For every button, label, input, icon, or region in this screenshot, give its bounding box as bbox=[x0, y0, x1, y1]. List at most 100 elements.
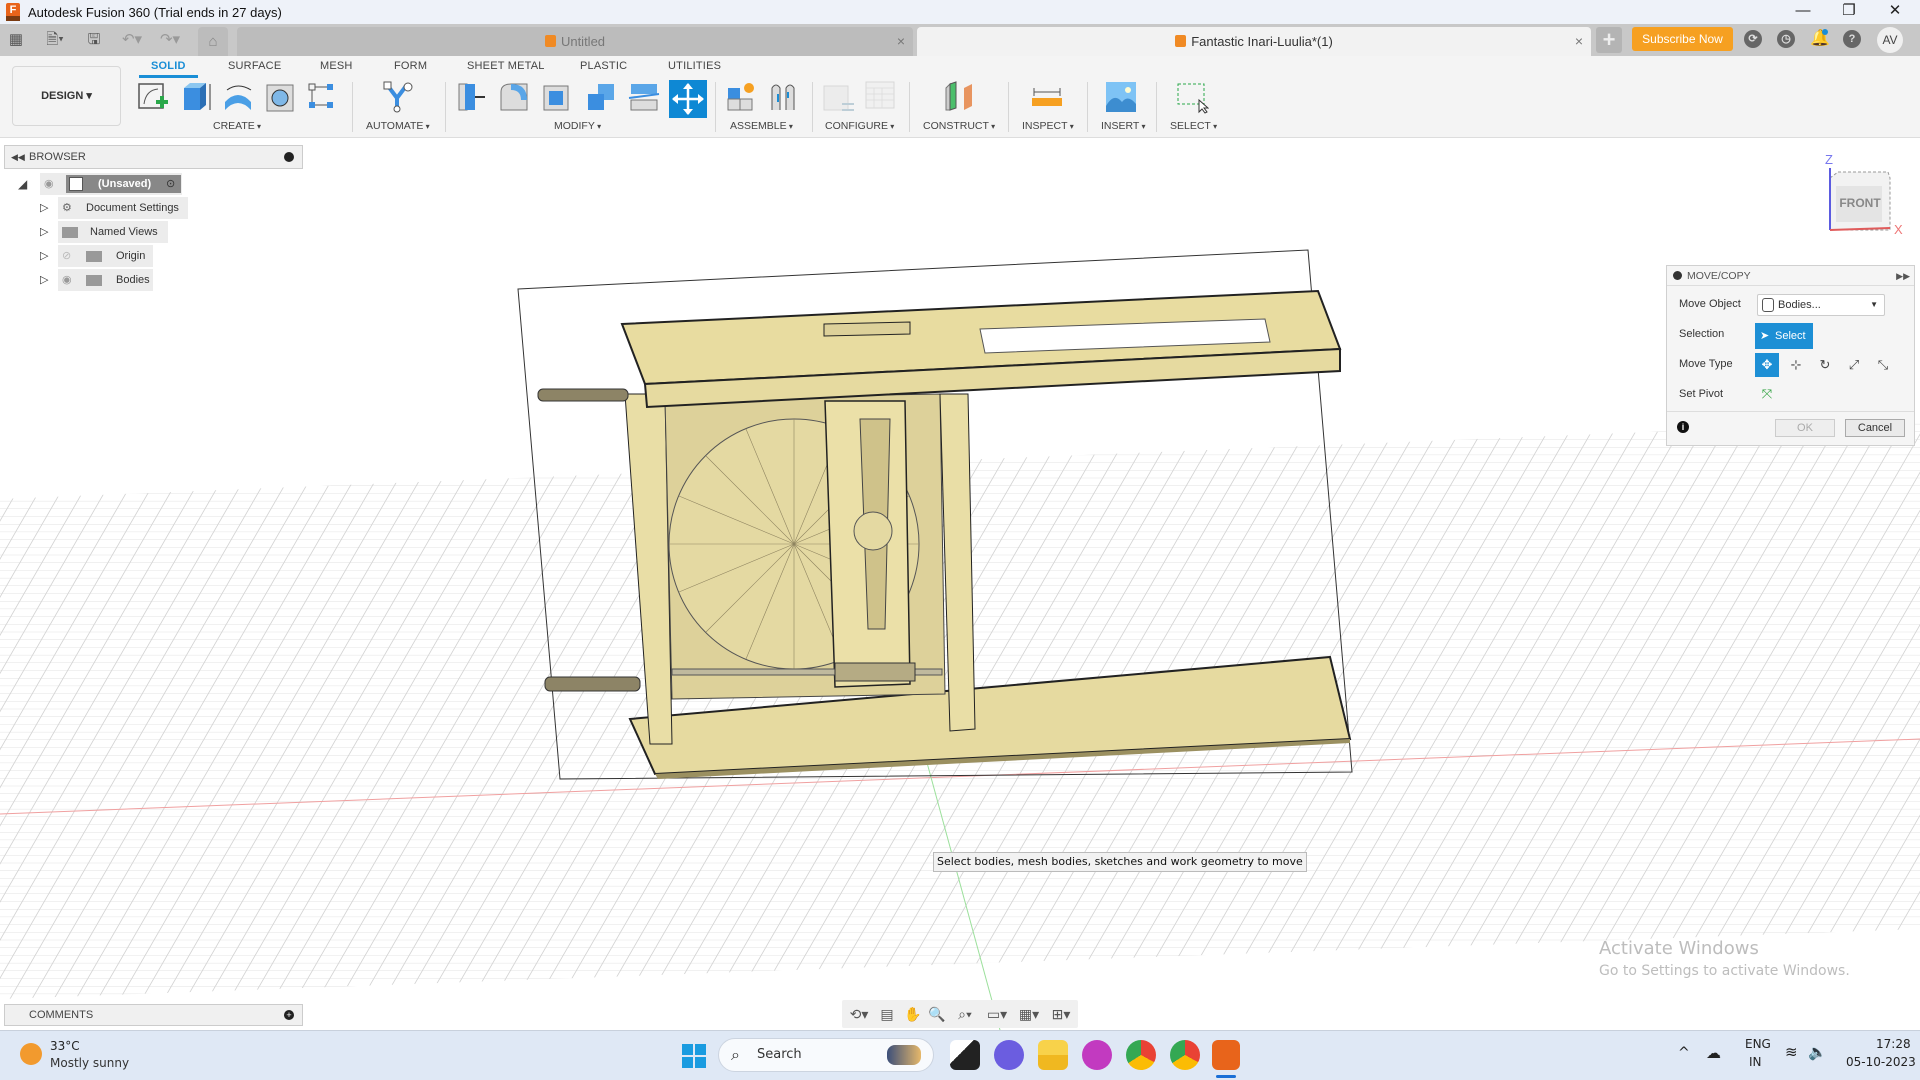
set-pivot-icon[interactable]: ⤧ bbox=[1755, 382, 1779, 406]
weather-sun-icon[interactable] bbox=[20, 1043, 42, 1065]
user-avatar[interactable]: AV bbox=[1877, 27, 1903, 53]
joint-icon[interactable] bbox=[766, 80, 800, 114]
create-group-label[interactable]: CREATE bbox=[213, 120, 261, 132]
expand-triangle-icon[interactable]: ▷ bbox=[40, 221, 48, 243]
extrude-icon[interactable] bbox=[180, 80, 214, 114]
tab-surface[interactable]: SURFACE bbox=[228, 60, 281, 72]
collapse-triangle-icon[interactable]: ◢ bbox=[18, 173, 27, 195]
configure-icon[interactable] bbox=[822, 80, 856, 114]
language-eng[interactable]: ENG bbox=[1745, 1037, 1771, 1051]
new-component-icon[interactable] bbox=[724, 80, 758, 114]
zoom-icon[interactable]: 🔍 bbox=[926, 1004, 948, 1024]
ok-button[interactable]: OK bbox=[1775, 419, 1835, 437]
browser-options-icon[interactable] bbox=[284, 152, 294, 162]
display-settings-icon[interactable]: ▭▾ bbox=[982, 1004, 1012, 1024]
tab-fantastic-inari[interactable]: Fantastic Inari-Luulia*(1) × bbox=[917, 27, 1591, 56]
browser-item-named-views[interactable]: ▷ Named Views bbox=[40, 221, 170, 243]
measure-icon[interactable] bbox=[1030, 80, 1064, 114]
3d-scene[interactable] bbox=[0, 139, 1920, 1030]
info-icon[interactable]: i bbox=[1677, 421, 1689, 433]
expand-triangle-icon[interactable]: ▷ bbox=[40, 245, 48, 267]
fillet-icon[interactable] bbox=[497, 80, 531, 114]
visibility-eye-icon[interactable]: ◉ bbox=[62, 269, 72, 291]
automate-icon[interactable] bbox=[380, 80, 414, 114]
dialog-collapse-icon[interactable] bbox=[1673, 271, 1682, 280]
clock-time[interactable]: 17:28 bbox=[1876, 1037, 1911, 1051]
browser-item-document-settings[interactable]: ▷ ⚙ Document Settings bbox=[40, 197, 190, 219]
volume-icon[interactable]: 🔈 bbox=[1808, 1043, 1827, 1061]
press-pull-icon[interactable] bbox=[455, 80, 489, 114]
onedrive-offline-icon[interactable]: ☁ bbox=[1706, 1044, 1721, 1062]
comments-panel[interactable]: COMMENTS + bbox=[4, 1004, 303, 1026]
language-region[interactable]: IN bbox=[1749, 1055, 1762, 1069]
home-tab[interactable]: ⌂ bbox=[198, 27, 228, 56]
grid-settings-icon[interactable]: ▦▾ bbox=[1014, 1004, 1044, 1024]
task-view-icon[interactable] bbox=[950, 1040, 980, 1070]
pattern-icon[interactable] bbox=[305, 80, 339, 114]
add-comment-icon[interactable]: + bbox=[284, 1010, 294, 1020]
assemble-group-label[interactable]: ASSEMBLE bbox=[730, 120, 793, 132]
insert-image-icon[interactable] bbox=[1104, 80, 1138, 114]
orbit-icon[interactable]: ⟲▾ bbox=[844, 1004, 874, 1024]
chrome-profile-l-icon[interactable] bbox=[1126, 1040, 1156, 1070]
extensions-icon[interactable]: ⟳ bbox=[1744, 30, 1762, 48]
create-sketch-icon[interactable] bbox=[136, 80, 170, 114]
construct-group-label[interactable]: CONSTRUCT bbox=[923, 120, 995, 132]
close-window-button[interactable]: ✕ bbox=[1872, 0, 1918, 24]
app-grid-icon[interactable]: ▦ bbox=[4, 28, 28, 52]
weather-temp[interactable]: 33°C bbox=[50, 1039, 80, 1053]
tab-untitled[interactable]: Untitled × bbox=[237, 27, 913, 56]
tab-plastic[interactable]: PLASTIC bbox=[580, 60, 627, 72]
tab-close-button[interactable]: × bbox=[897, 27, 905, 56]
move-object-dropdown[interactable]: Bodies... ▼ bbox=[1757, 294, 1885, 316]
clock-date[interactable]: 05-10-2023 bbox=[1846, 1055, 1916, 1069]
configuration-table-icon[interactable] bbox=[864, 80, 898, 114]
fit-window-icon[interactable]: ⌕▾ bbox=[950, 1004, 980, 1024]
teams-chat-icon[interactable] bbox=[994, 1040, 1024, 1070]
canvas-viewport[interactable] bbox=[0, 139, 1920, 1030]
undo-icon[interactable]: ↶▾ bbox=[116, 28, 148, 52]
browser-item-origin[interactable]: ▷ ⊘ Origin bbox=[40, 245, 160, 267]
subscribe-now-button[interactable]: Subscribe Now bbox=[1632, 27, 1733, 51]
wps-office-icon[interactable] bbox=[1082, 1040, 1112, 1070]
show-hidden-icons-chevron[interactable]: ^ bbox=[1678, 1045, 1690, 1061]
tab-close-button[interactable]: × bbox=[1575, 27, 1583, 56]
fusion-360-taskbar-icon[interactable] bbox=[1212, 1040, 1240, 1070]
minimize-button[interactable]: — bbox=[1780, 0, 1826, 24]
expand-triangle-icon[interactable]: ▷ bbox=[40, 197, 48, 219]
automate-group-label[interactable]: AUTOMATE bbox=[366, 120, 430, 132]
restore-button[interactable]: ❐ bbox=[1826, 0, 1872, 24]
new-tab-button[interactable]: + bbox=[1596, 27, 1622, 53]
file-explorer-icon[interactable] bbox=[1038, 1040, 1068, 1070]
select-group-label[interactable]: SELECT bbox=[1170, 120, 1217, 132]
revolve-icon[interactable] bbox=[221, 80, 255, 114]
tab-mesh[interactable]: MESH bbox=[320, 60, 353, 72]
translate-xyz-icon[interactable]: ⊹ bbox=[1784, 353, 1808, 377]
viewcube-front-face[interactable]: FRONT bbox=[1838, 196, 1882, 210]
point-to-point-icon[interactable]: ⤢ bbox=[1842, 353, 1866, 377]
windows-start-icon[interactable] bbox=[682, 1044, 706, 1068]
expand-dialog-icon[interactable]: ▶▶ bbox=[1896, 266, 1910, 286]
selection-select-button[interactable]: ➤ Select bbox=[1755, 323, 1813, 349]
shell-icon[interactable] bbox=[540, 80, 574, 114]
configure-group-label[interactable]: CONFIGURE bbox=[825, 120, 894, 132]
hidden-eye-icon[interactable]: ⊘ bbox=[62, 245, 71, 267]
modify-group-label[interactable]: MODIFY bbox=[554, 120, 601, 132]
hole-icon[interactable] bbox=[264, 80, 298, 114]
rotate-icon[interactable]: ↻ bbox=[1813, 353, 1837, 377]
workspace-design-dropdown[interactable]: DESIGN ▾ bbox=[12, 66, 121, 126]
insert-group-label[interactable]: INSERT bbox=[1101, 120, 1146, 132]
tab-form[interactable]: FORM bbox=[394, 60, 427, 72]
point-to-position-icon[interactable]: ⤡ bbox=[1871, 353, 1895, 377]
taskbar-search-box[interactable]: ⌕ Search bbox=[718, 1038, 934, 1072]
combine-icon[interactable] bbox=[584, 80, 618, 114]
browser-root-item[interactable]: ◢ ◉ (Unsaved) ⊙ bbox=[18, 173, 188, 195]
weather-desc[interactable]: Mostly sunny bbox=[50, 1056, 129, 1070]
pan-hand-icon[interactable]: ✋ bbox=[902, 1004, 924, 1024]
save-icon[interactable]: 🖫 bbox=[82, 28, 106, 52]
viewcube[interactable]: Z X FRONT bbox=[1818, 152, 1903, 242]
tab-utilities[interactable]: UTILITIES bbox=[668, 60, 721, 72]
offset-plane-icon[interactable] bbox=[942, 80, 976, 114]
job-status-icon[interactable]: ◷ bbox=[1777, 30, 1795, 48]
collapse-browser-icon[interactable]: ◀◀ bbox=[11, 146, 25, 168]
